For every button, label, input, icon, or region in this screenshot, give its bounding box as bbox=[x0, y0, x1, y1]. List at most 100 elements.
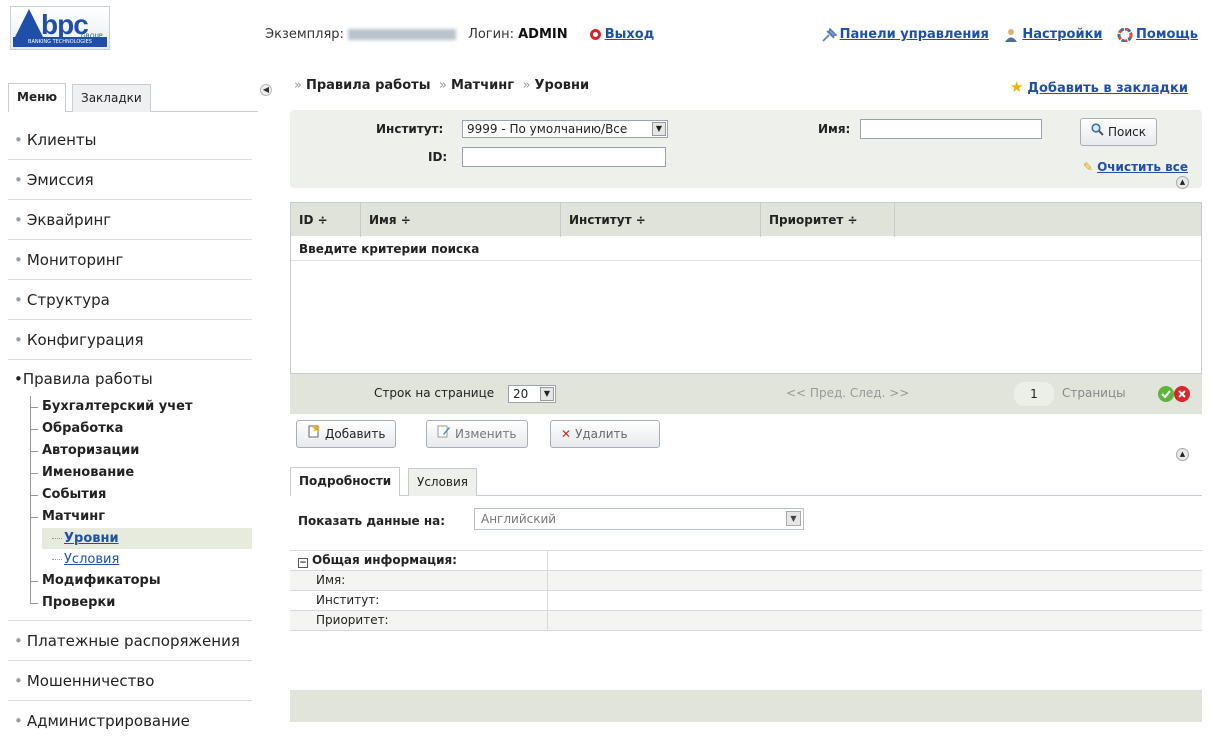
instance-value-blurred bbox=[347, 29, 456, 40]
menu-item-administration[interactable]: • Администрирование bbox=[8, 701, 252, 741]
pager: Строк на странице 20 ▼ << Пред. След. >>… bbox=[290, 374, 1202, 414]
menu-item-structure[interactable]: • Структура bbox=[8, 280, 252, 320]
submenu-item-matching[interactable]: Матчинг bbox=[30, 506, 252, 528]
submenu-item-naming[interactable]: Именование bbox=[30, 462, 252, 484]
app-header: bpc GROUP BANKING TECHNOLOGIES Экземпляр… bbox=[0, 0, 1210, 72]
collapse-filter-button[interactable]: ▲ bbox=[1176, 176, 1189, 189]
add-button[interactable]: Добавить bbox=[296, 420, 397, 448]
tab-bookmarks[interactable]: Закладки bbox=[72, 84, 151, 112]
id-label: ID: bbox=[428, 150, 448, 164]
submenu-item-authorizations[interactable]: Авторизации bbox=[30, 440, 252, 462]
institute-label: Институт: bbox=[376, 122, 444, 136]
clear-all-link[interactable]: Очистить все bbox=[1097, 160, 1188, 174]
submenu-item-levels[interactable]: Уровни bbox=[64, 531, 119, 546]
star-icon: ★ bbox=[1009, 78, 1024, 96]
collapse-minus-icon[interactable]: − bbox=[298, 558, 308, 568]
cancel-icon[interactable] bbox=[1174, 386, 1190, 402]
bullet-icon: • bbox=[14, 131, 23, 149]
submenu-item-accounting[interactable]: Бухгалтерский учет bbox=[30, 396, 252, 418]
help-link[interactable]: Помощь bbox=[1136, 27, 1198, 42]
id-input[interactable] bbox=[462, 147, 666, 167]
menu-item-emission[interactable]: • Эмиссия bbox=[8, 160, 252, 200]
submenu-item-events[interactable]: События bbox=[30, 484, 252, 506]
language-select[interactable]: Английский ▼ bbox=[474, 508, 804, 530]
action-toolbar: Добавить Изменить ✕ Удалить ▲ bbox=[290, 414, 1202, 461]
search-button[interactable]: Поиск bbox=[1080, 118, 1158, 146]
sidebar: Меню Закладки • Клиенты • Эмиссия • Эквайри… bbox=[0, 72, 258, 730]
dashboards-link[interactable]: Панели управления bbox=[840, 27, 989, 42]
institute-select[interactable]: 9999 - По умолчанию/Все ▼ bbox=[462, 120, 668, 138]
bullet-icon: • bbox=[14, 331, 23, 349]
rules-submenu: Бухгалтерский учет Обработка Авторизации… bbox=[30, 396, 252, 614]
broom-icon: ✎ bbox=[1082, 160, 1093, 174]
column-institute[interactable]: Институт ÷ bbox=[561, 203, 761, 237]
breadcrumb-item[interactable]: Матчинг bbox=[451, 78, 514, 93]
tab-conditions[interactable]: Условия bbox=[408, 468, 478, 496]
rows-per-page-select[interactable]: 20 ▼ bbox=[508, 385, 556, 403]
main-content: » Правила работы » Матчинг » Уровни ★ Добави… bbox=[290, 72, 1202, 722]
section-general-info[interactable]: − Общая информация: bbox=[290, 551, 1202, 571]
lifebuoy-icon bbox=[1117, 27, 1133, 42]
pages-label: Страницы bbox=[1062, 386, 1126, 400]
column-name[interactable]: Имя ÷ bbox=[361, 203, 561, 237]
tab-menu[interactable]: Меню bbox=[8, 83, 67, 112]
details-panel: Подробности Условия Показать данные на: … bbox=[290, 464, 1202, 722]
clear-all: ✎ Очистить все bbox=[1083, 160, 1188, 174]
bullet-icon: • bbox=[14, 370, 23, 388]
submenu-item-checks[interactable]: Проверки bbox=[30, 592, 252, 614]
main-menu: • Клиенты • Эмиссия • Эквайринг • Мониторинг… bbox=[8, 120, 252, 741]
search-icon bbox=[1091, 119, 1104, 145]
new-document-icon bbox=[307, 421, 321, 447]
edit-document-icon bbox=[437, 421, 451, 447]
session-info: Экземпляр: Логин: ADMIN Выход bbox=[265, 27, 654, 42]
chevron-down-icon: ▼ bbox=[786, 511, 801, 526]
menu-item-payment-orders[interactable]: • Платежные распоряжения bbox=[8, 621, 252, 661]
menu-item-acquiring[interactable]: • Эквайринг bbox=[8, 200, 252, 240]
tab-details[interactable]: Подробности bbox=[290, 467, 401, 496]
bullet-icon: • bbox=[14, 672, 23, 690]
prev-next-links[interactable]: << Пред. След. >> bbox=[786, 386, 909, 400]
name-input[interactable] bbox=[860, 119, 1042, 139]
chevron-down-icon: ▼ bbox=[652, 122, 666, 136]
apply-icon[interactable] bbox=[1158, 386, 1174, 402]
menu-item-clients[interactable]: • Клиенты bbox=[8, 120, 252, 160]
submenu-item-processing[interactable]: Обработка bbox=[30, 418, 252, 440]
logout-link[interactable]: Выход bbox=[605, 27, 654, 42]
edit-button[interactable]: Изменить bbox=[426, 420, 528, 448]
settings-link[interactable]: Настройки bbox=[1022, 27, 1102, 42]
menu-item-rules[interactable]: •Правила работы bbox=[8, 360, 252, 396]
submenu-item-conditions[interactable]: Условия bbox=[64, 552, 119, 567]
property-priority-label: Приоритет: bbox=[290, 611, 548, 630]
menu-item-monitoring[interactable]: • Мониторинг bbox=[8, 240, 252, 280]
instance-label: Экземпляр: bbox=[265, 27, 344, 42]
bullet-icon: • bbox=[14, 632, 23, 650]
submenu-item-modifiers[interactable]: Модификаторы bbox=[30, 570, 252, 592]
property-row: Имя: bbox=[290, 571, 1202, 591]
delete-button[interactable]: ✕ Удалить bbox=[550, 420, 660, 448]
rows-per-page-label: Строк на странице bbox=[374, 386, 495, 400]
column-priority[interactable]: Приоритет ÷ bbox=[761, 203, 895, 237]
bullet-icon: • bbox=[14, 712, 23, 730]
grid-header: ID ÷ Имя ÷ Институт ÷ Приоритет ÷ bbox=[291, 202, 1201, 237]
details-footer bbox=[290, 690, 1202, 722]
breadcrumb-arrow-icon: » bbox=[522, 78, 531, 93]
bullet-icon: • bbox=[14, 291, 23, 309]
delete-x-icon: ✕ bbox=[561, 427, 572, 441]
breadcrumb-item-current: Уровни bbox=[534, 78, 590, 93]
matching-submenu: Уровни Условия bbox=[42, 528, 252, 570]
collapse-toolbar-button[interactable]: ▲ bbox=[1176, 448, 1189, 461]
bullet-icon: • bbox=[14, 211, 23, 229]
menu-item-fraud[interactable]: • Мошенничество bbox=[8, 661, 252, 701]
column-id[interactable]: ID ÷ bbox=[291, 203, 361, 237]
pin-icon bbox=[822, 27, 837, 42]
add-bookmark-link[interactable]: Добавить в закладки bbox=[1027, 81, 1188, 96]
login-label: Логин: bbox=[468, 27, 514, 42]
bullet-icon: • bbox=[14, 171, 23, 189]
properties-table: − Общая информация: Имя: Институт: Приори… bbox=[290, 550, 1202, 631]
breadcrumb-item[interactable]: Правила работы bbox=[306, 78, 431, 93]
collapse-sidebar-button[interactable]: ◀ bbox=[260, 84, 272, 96]
page-number[interactable]: 1 bbox=[1014, 382, 1054, 406]
logo-triangle-icon bbox=[15, 9, 43, 37]
menu-item-configuration[interactable]: • Конфигурация bbox=[8, 320, 252, 360]
bpc-logo[interactable]: bpc GROUP BANKING TECHNOLOGIES bbox=[10, 6, 110, 50]
